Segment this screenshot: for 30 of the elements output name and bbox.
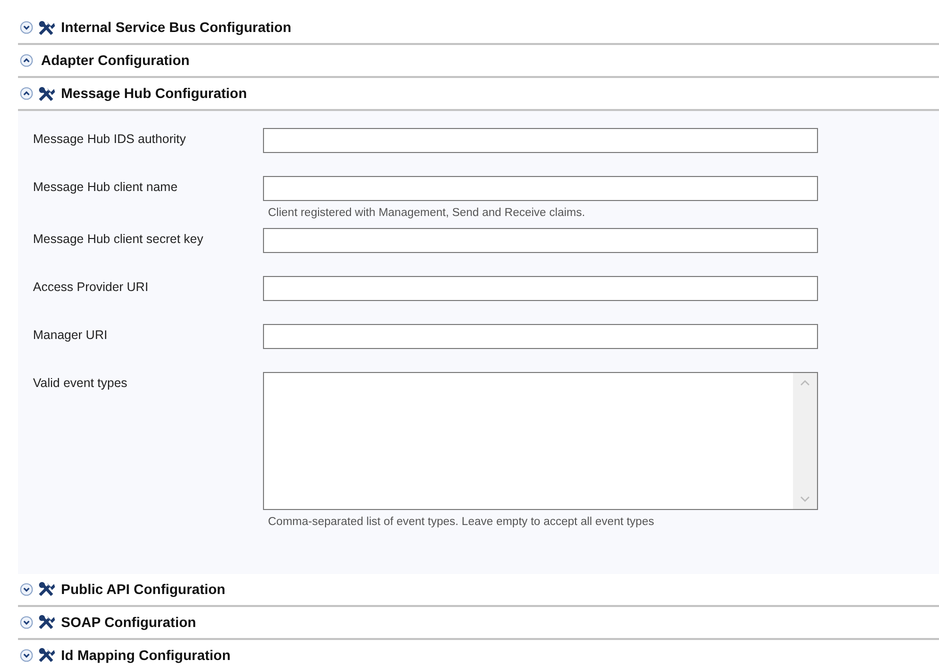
expand-chevron-icon[interactable] — [20, 21, 33, 34]
input-field[interactable] — [263, 276, 818, 302]
field-label: Valid event types — [33, 375, 128, 392]
field-label: Message Hub client name — [33, 179, 179, 196]
tools-icon — [37, 86, 57, 102]
collapse-chevron-icon[interactable] — [20, 54, 33, 67]
section-title[interactable]: Id Mapping Configuration — [61, 644, 231, 666]
collapse-chevron-icon[interactable] — [20, 87, 33, 100]
section-title[interactable]: SOAP Configuration — [61, 612, 196, 632]
tools-icon — [37, 647, 57, 663]
field-hint: Client registered with Management, Send and Receive claims. — [267, 206, 586, 221]
input-field[interactable] — [263, 176, 818, 201]
tools-icon — [37, 20, 57, 36]
input-field[interactable] — [263, 228, 818, 254]
tools-icon — [37, 581, 57, 597]
section-title[interactable]: Adapter Configuration — [41, 50, 190, 71]
field-hint: Comma-separated list of event types. Leave empty to accept all event types — [267, 515, 656, 530]
tools-icon — [37, 614, 57, 630]
expand-chevron-icon[interactable] — [20, 616, 33, 628]
section-title[interactable]: Message Hub Configuration — [61, 83, 247, 104]
field-label: Access Provider URI — [33, 279, 150, 296]
input-field[interactable] — [263, 128, 818, 153]
section-title[interactable]: Public API Configuration — [61, 578, 226, 600]
field-label: Manager URI — [33, 327, 108, 344]
section-title[interactable]: Internal Service Bus Configuration — [61, 17, 292, 38]
input-field[interactable] — [263, 324, 818, 350]
expand-chevron-icon[interactable] — [20, 648, 33, 662]
field-label: Message Hub client secret key — [33, 231, 204, 248]
expand-chevron-icon[interactable] — [20, 582, 33, 596]
field-label: Message Hub IDS authority — [33, 131, 187, 148]
